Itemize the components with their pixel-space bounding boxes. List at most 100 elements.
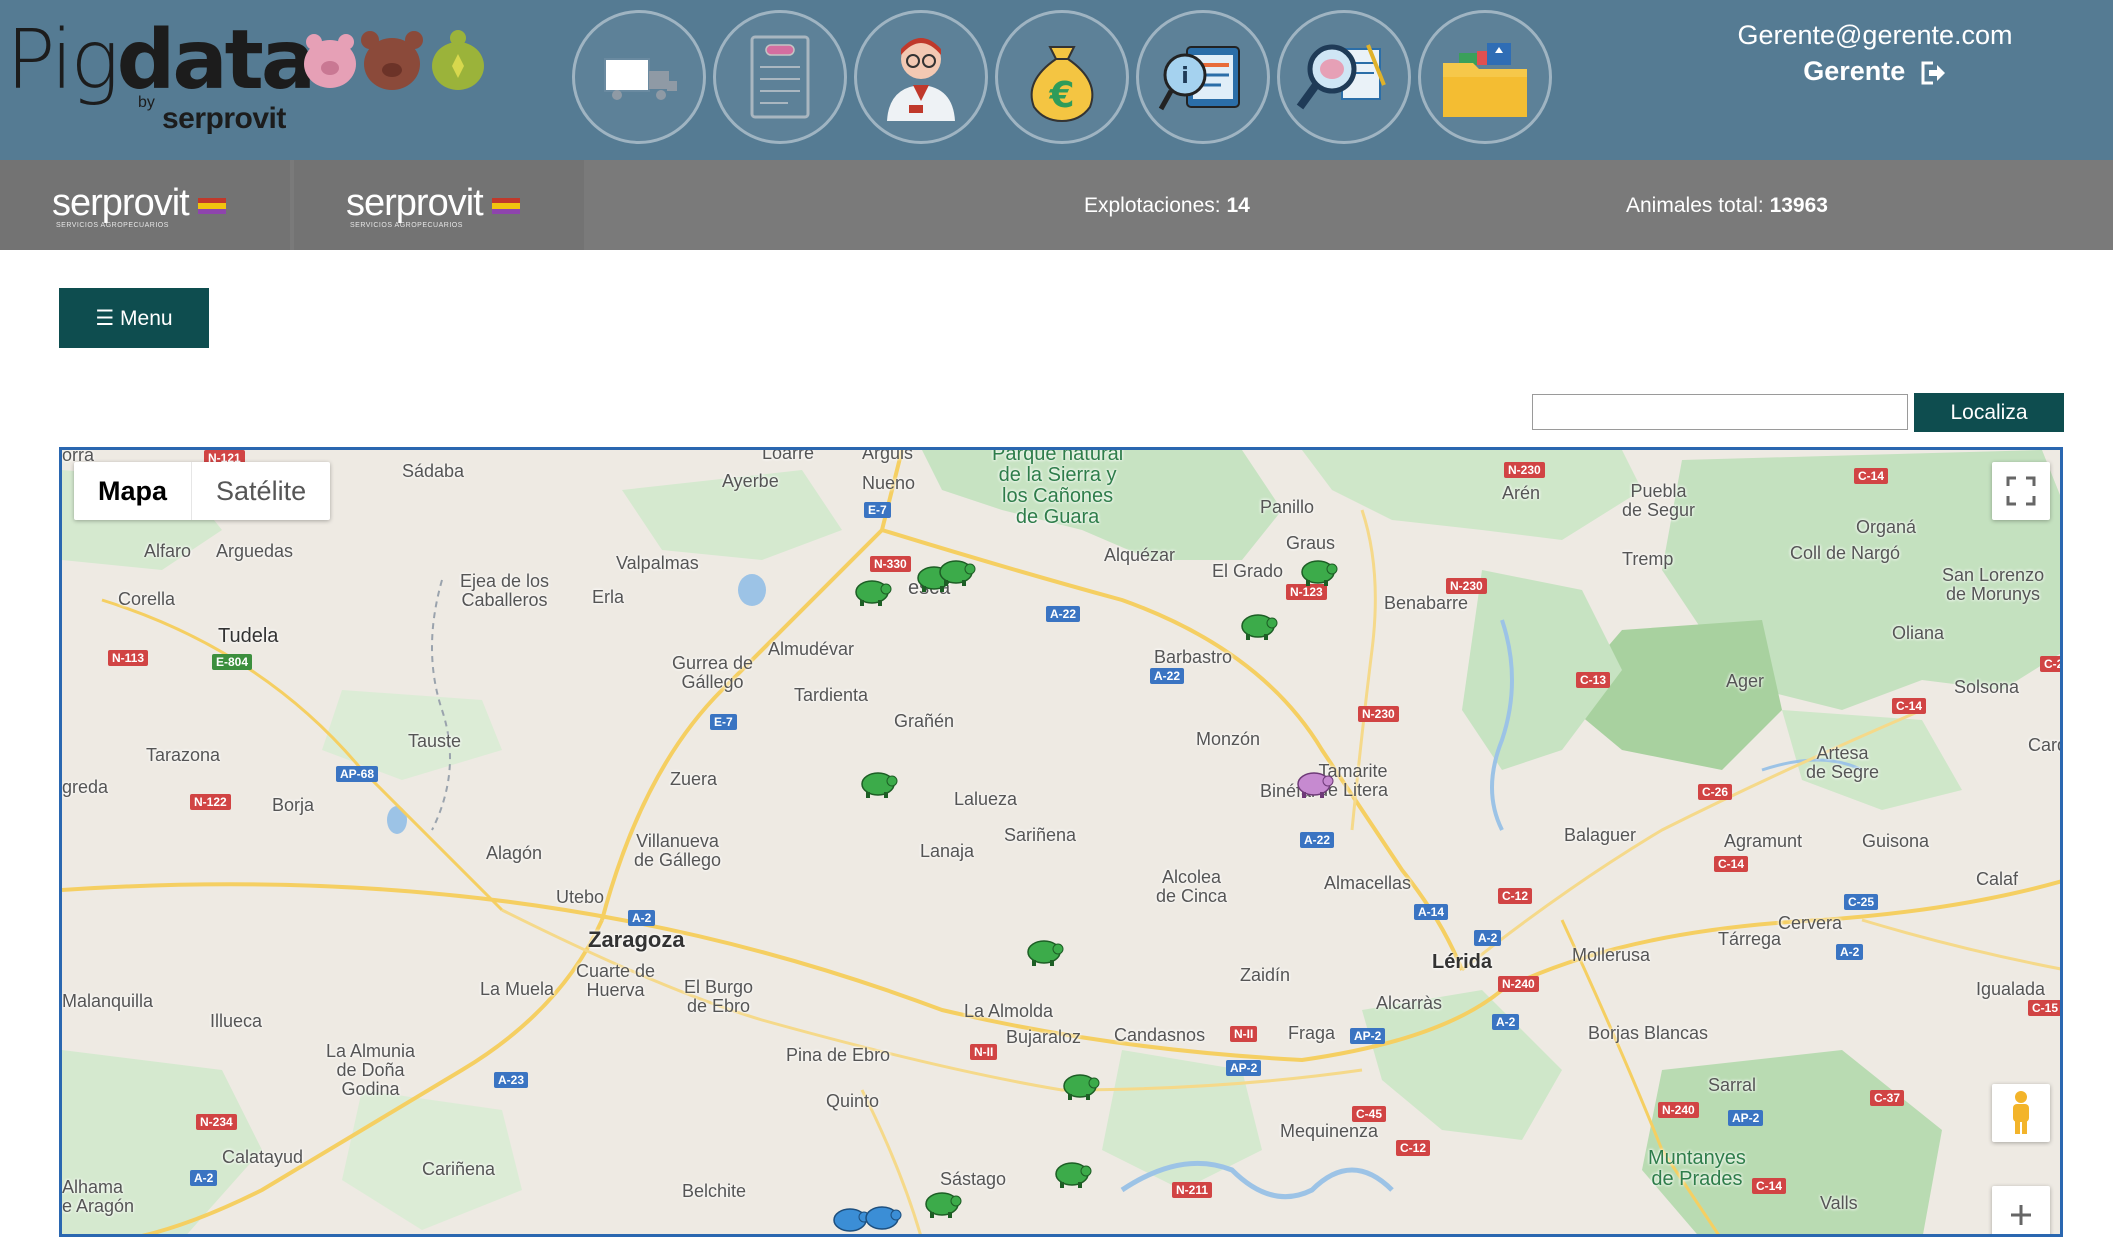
map-place-label: Calatayud — [222, 1147, 304, 1167]
map-place-label: Artesa de Segre — [1806, 743, 1880, 782]
farm-marker-pig-icon[interactable] — [1060, 1068, 1100, 1102]
map-type-map-button[interactable]: Mapa — [74, 462, 191, 520]
farm-marker-pig-icon[interactable] — [922, 1186, 962, 1220]
map-place-label: San Lorenzo de Morunys — [1942, 565, 2045, 604]
location-search-input[interactable] — [1532, 394, 1908, 430]
road-label: A-22 — [1046, 606, 1081, 622]
map-place-label: Ager — [1726, 671, 1765, 691]
road-label: A-22 — [1300, 832, 1335, 848]
road-label: C-2 — [2040, 656, 2060, 672]
map-place-label: Cardon — [2028, 735, 2060, 755]
brand-tab-2[interactable]: serprovit SERVICIOS AGROPECUARIOS — [294, 160, 584, 250]
nav-veterinarian-button[interactable] — [854, 10, 988, 144]
locate-button[interactable]: Localiza — [1914, 393, 2064, 432]
map-place-label: Mollerusa — [1572, 945, 1651, 965]
map-place-label: Solsona — [1954, 677, 2020, 697]
map-place-label: Cariñena — [422, 1159, 496, 1179]
svg-text:i: i — [1181, 64, 1189, 89]
map-place-label: Cuarte de Huerva — [576, 961, 656, 1000]
pigdata-logo[interactable]: Pigdata by serprovit — [6, 14, 316, 136]
nav-transport-button[interactable] — [572, 10, 706, 144]
map-place-label: Tarazona — [146, 745, 221, 765]
map-place-label: Balaguer — [1564, 825, 1637, 845]
map-place-label: Zuera — [670, 769, 718, 789]
farm-marker-pig-icon[interactable] — [1298, 554, 1338, 588]
svg-text:€: € — [1048, 75, 1074, 116]
menu-button[interactable]: ☰ Menu — [59, 288, 209, 348]
farm-marker-pig-icon[interactable] — [858, 766, 898, 800]
logo-animals-icon — [304, 30, 484, 90]
map-place-label: Pina de Ebro — [786, 1045, 891, 1065]
map-place-label: Villanueva de Gállego — [634, 831, 722, 870]
farm-marker-pig-icon[interactable] — [862, 1200, 902, 1234]
map-place-label: La Almolda — [964, 1001, 1054, 1021]
map-place-label: Quinto — [826, 1091, 880, 1111]
map-place-label: Graus — [1286, 533, 1336, 553]
zoom-in-button[interactable] — [1992, 1186, 2050, 1234]
map-place-label: Arguedas — [216, 541, 294, 561]
animals-total: Animales total: 13963 — [1626, 194, 1828, 218]
map-place-label: Mequinenza — [1280, 1121, 1379, 1141]
road-label: A-2 — [190, 1170, 218, 1186]
map-place-label: Lérida — [1432, 951, 1493, 973]
farm-marker-pig-icon[interactable] — [1024, 934, 1064, 968]
road-label: C-14 — [1892, 698, 1927, 714]
map-place-label: Tauste — [408, 731, 462, 751]
map-place-label: Corella — [118, 589, 176, 609]
map-place-label: Tremp — [1622, 549, 1674, 569]
map-place-label: Alquézar — [1104, 545, 1176, 565]
map-place-label: Alfaro — [144, 541, 192, 561]
map-place-label: Zaragoza — [588, 927, 685, 952]
nav-files-button[interactable] — [1418, 10, 1552, 144]
farm-marker-pig-icon[interactable] — [852, 574, 892, 608]
map-park-label: Muntanyes de Prades — [1648, 1147, 1746, 1190]
map-place-label: Alhama e Aragón — [62, 1177, 135, 1216]
road-label: C-15 — [2028, 1000, 2060, 1016]
street-view-button[interactable] — [1992, 1084, 2050, 1142]
map-place-label: Malanquilla — [62, 991, 154, 1011]
road-label: E-7 — [710, 714, 737, 730]
brand-tab-1[interactable]: serprovit SERVICIOS AGROPECUARIOS — [0, 160, 290, 250]
user-role-label: Gerente — [1803, 56, 1906, 86]
map-place-label: Fraga — [1288, 1023, 1336, 1043]
search-pig-icon — [1296, 44, 1386, 110]
nav-information-button[interactable]: i — [1136, 10, 1270, 144]
road-label: AP-68 — [336, 766, 379, 782]
nav-search-button[interactable] — [1277, 10, 1411, 144]
map-place-label: Sariñena — [1004, 825, 1077, 845]
top-header: Pigdata by serprovit € i Gerente@gerente… — [0, 0, 2113, 160]
user-role-logout[interactable]: Gerente — [1660, 56, 2090, 87]
map-type-satellite-button[interactable]: Satélite — [191, 462, 330, 520]
map-place-label: La Almunia de Doña Godina — [326, 1041, 416, 1099]
road-label: N-330 — [870, 556, 911, 572]
farm-marker-pig-icon[interactable] — [1052, 1156, 1092, 1190]
road-label: N-113 — [108, 650, 149, 666]
map-park-label: Parque natural de la Sierra y los Cañone… — [992, 447, 1124, 528]
road-label: C-12 — [1498, 888, 1533, 904]
map-place-label: Alcolea de Cinca — [1156, 867, 1228, 906]
farm-marker-pig-icon[interactable] — [1238, 608, 1278, 642]
nav-documents-button[interactable] — [713, 10, 847, 144]
farm-marker-pig-icon[interactable] — [936, 554, 976, 588]
farms-count: Explotaciones: 14 — [1084, 194, 1250, 218]
map-place-label: Lanaja — [920, 841, 975, 861]
road-label: N-240 — [1658, 1102, 1699, 1118]
farm-map[interactable]: Sádaba Ayerbe Loarre Arguis Nueno Parque… — [59, 447, 2063, 1237]
map-place-label: Bujaraloz — [1006, 1027, 1082, 1047]
road-label: C-14 — [1714, 856, 1749, 872]
road-label: A-14 — [1414, 904, 1449, 920]
logout-icon[interactable] — [1919, 60, 1947, 86]
farms-count-label: Explotaciones: — [1084, 194, 1221, 217]
road-label: AP-2 — [1350, 1028, 1386, 1044]
map-place-label: Alcarràs — [1376, 993, 1443, 1013]
map-place-label: Agramunt — [1724, 831, 1803, 851]
brand-name: serprovit — [346, 182, 484, 224]
animals-total-value: 13963 — [1769, 194, 1828, 217]
road-label: A-2 — [1492, 1014, 1520, 1030]
nav-economy-button[interactable]: € — [995, 10, 1129, 144]
map-place-label: Utebo — [556, 887, 605, 907]
farm-marker-pig-icon[interactable] — [1294, 766, 1334, 800]
map-place-label: Almudévar — [768, 639, 855, 659]
fullscreen-button[interactable] — [1992, 462, 2050, 520]
road-label: N-211 — [1172, 1182, 1213, 1198]
